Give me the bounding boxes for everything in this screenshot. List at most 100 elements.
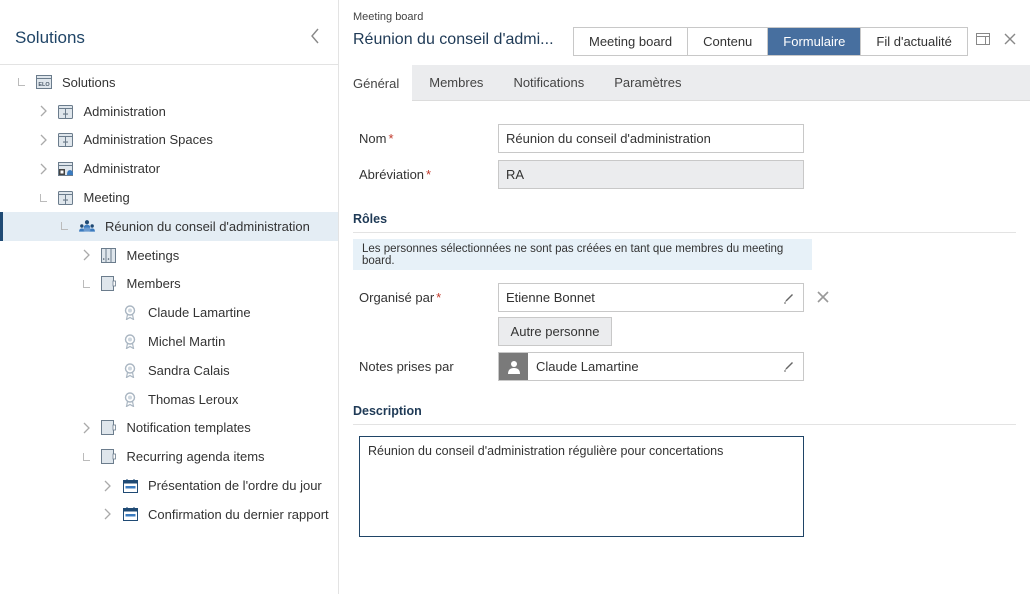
elo-repository-icon: ELO — [36, 74, 52, 90]
member-badge-icon — [122, 391, 138, 407]
sidebar: Solutions ELO Solutions Administration Admi… — [0, 0, 339, 594]
tree-item-sandra-calais[interactable]: Sandra Calais — [0, 356, 338, 385]
abreviation-input[interactable]: RA — [498, 160, 804, 189]
view-tab-formulaire[interactable]: Formulaire — [768, 28, 862, 55]
tree-item-pr-sentation-de-l-ordre-du-jour[interactable]: Présentation de l'ordre du jour — [0, 471, 338, 500]
expanded-icon[interactable] — [79, 277, 93, 291]
close-icon[interactable] — [1004, 33, 1016, 48]
view-tab-fil-actualite[interactable]: Fil d'actualité — [861, 28, 967, 55]
member-badge-icon — [122, 305, 138, 321]
cabinet-icon — [58, 132, 74, 148]
notes-prises-par-value: Claude Lamartine — [536, 359, 639, 374]
tree-item-thomas-leroux[interactable]: Thomas Leroux — [0, 385, 338, 414]
chevron-right-icon[interactable] — [36, 133, 50, 147]
view-switcher: Meeting board Contenu Formulaire Fil d'a… — [573, 27, 968, 56]
chevron-right-icon[interactable] — [36, 162, 50, 176]
main-panel: Meeting board Réunion du conseil d'admi.… — [340, 0, 1030, 594]
user-avatar-icon — [499, 353, 528, 380]
chevron-right-icon[interactable] — [100, 507, 114, 521]
tree-item-notification-templates[interactable]: Notification templates — [0, 414, 338, 443]
tree-item-label: Présentation de l'ordre du jour — [148, 478, 322, 494]
cabinet-icon — [58, 103, 74, 119]
view-tab-contenu[interactable]: Contenu — [688, 28, 769, 55]
tree-item-label: Administration Spaces — [83, 132, 213, 148]
clear-organiser-icon[interactable] — [817, 291, 829, 306]
sidebar-title: Solutions — [15, 28, 85, 47]
description-section-heading: Description — [353, 404, 1016, 425]
tree-item-confirmation-du-dernier-rapport[interactable]: Confirmation du dernier rapport — [0, 500, 338, 529]
expanded-icon[interactable] — [79, 450, 93, 464]
chevron-right-icon[interactable] — [100, 479, 114, 493]
tree-item-label: Michel Martin — [148, 334, 226, 350]
tree-item-claude-lamartine[interactable]: Claude Lamartine — [0, 298, 338, 327]
tree-item-administration[interactable]: Administration — [0, 97, 338, 126]
tree-item-label: Meetings — [126, 247, 180, 263]
tree-item-meetings[interactable]: Meetings — [0, 241, 338, 270]
tree-item-label: Confirmation du dernier rapport — [148, 506, 329, 522]
tree-item-label: Notification templates — [126, 420, 251, 436]
view-tab-meeting-board[interactable]: Meeting board — [574, 28, 689, 55]
required-mark: * — [426, 167, 432, 182]
breadcrumb[interactable]: Meeting board — [353, 11, 423, 23]
meeting-board-icon — [79, 218, 95, 234]
tree-item-administrator[interactable]: Administrator — [0, 154, 338, 183]
organise-par-input[interactable]: Etienne Bonnet — [498, 283, 804, 312]
layout-panel-icon[interactable] — [976, 33, 990, 48]
page-title: Réunion du conseil d'admi... — [353, 31, 554, 48]
nom-input[interactable]: Réunion du conseil d'administration — [498, 124, 804, 153]
chevron-right-icon[interactable] — [79, 248, 93, 262]
member-badge-icon — [122, 334, 138, 350]
description-textarea[interactable]: Réunion du conseil d'administration régu… — [359, 436, 804, 537]
solutions-tree: ELO Solutions Administration Administration… — [0, 65, 338, 529]
organise-par-label: Organisé par * — [359, 290, 442, 305]
nom-label: Nom * — [359, 131, 394, 146]
agenda-item-icon — [122, 506, 138, 522]
sidebar-header: Solutions — [0, 0, 338, 65]
tab-membres[interactable]: Membres — [414, 65, 498, 100]
folder-icon — [101, 276, 117, 292]
user-cabinet-icon — [58, 161, 74, 177]
tree-item-administration-spaces[interactable]: Administration Spaces — [0, 126, 338, 155]
pencil-icon[interactable] — [783, 360, 795, 375]
autre-personne-button[interactable]: Autre personne — [498, 317, 612, 346]
tree-item-solutions[interactable]: ELO Solutions — [0, 68, 338, 97]
tree-item-label: Administration — [83, 103, 166, 119]
notes-prises-par-label: Notes prises par — [359, 359, 454, 374]
roles-section-heading: Rôles — [353, 212, 1016, 233]
tree-item-meeting[interactable]: Meeting — [0, 183, 338, 212]
chevron-left-icon[interactable] — [307, 28, 323, 49]
chevron-right-icon[interactable] — [79, 421, 93, 435]
tab-general[interactable]: Général — [340, 65, 413, 102]
required-mark: * — [388, 131, 394, 146]
notes-prises-par-input[interactable]: Claude Lamartine — [498, 352, 804, 381]
expanded-icon[interactable] — [14, 75, 28, 89]
tree-item-recurring-agenda-items[interactable]: Recurring agenda items — [0, 442, 338, 471]
tree-item-members[interactable]: Members — [0, 270, 338, 299]
tree-item-label: Thomas Leroux — [148, 391, 239, 407]
expanded-icon[interactable] — [57, 219, 71, 233]
folder-icon — [101, 449, 117, 465]
tree-item-label: Sandra Calais — [148, 362, 230, 378]
tree-item-label: Administrator — [83, 161, 161, 177]
tab-notifications[interactable]: Notifications — [498, 65, 599, 100]
cabinet-icon — [58, 190, 74, 206]
expanded-icon[interactable] — [36, 191, 50, 205]
tree-item-r-union-du-conseil-d-administration[interactable]: Réunion du conseil d'administration — [0, 211, 338, 241]
tree-item-label: Claude Lamartine — [148, 305, 251, 321]
binder-icon — [101, 247, 117, 263]
tree-item-label: Réunion du conseil d'administration — [105, 218, 310, 234]
tab-parametres[interactable]: Paramètres — [599, 65, 696, 100]
window-controls — [976, 33, 1016, 48]
pencil-icon[interactable] — [783, 292, 795, 307]
organise-par-value: Etienne Bonnet — [506, 290, 595, 305]
chevron-right-icon[interactable] — [36, 104, 50, 118]
tree-item-label: Recurring agenda items — [126, 449, 265, 465]
member-badge-icon — [122, 362, 138, 378]
abreviation-label: Abréviation * — [359, 167, 432, 182]
tree-item-label: Solutions — [62, 74, 116, 90]
tree-item-michel-martin[interactable]: Michel Martin — [0, 327, 338, 356]
tab-bar: Général Membres Notifications Paramètres — [340, 65, 1030, 102]
svg-text:ELO: ELO — [38, 82, 50, 88]
